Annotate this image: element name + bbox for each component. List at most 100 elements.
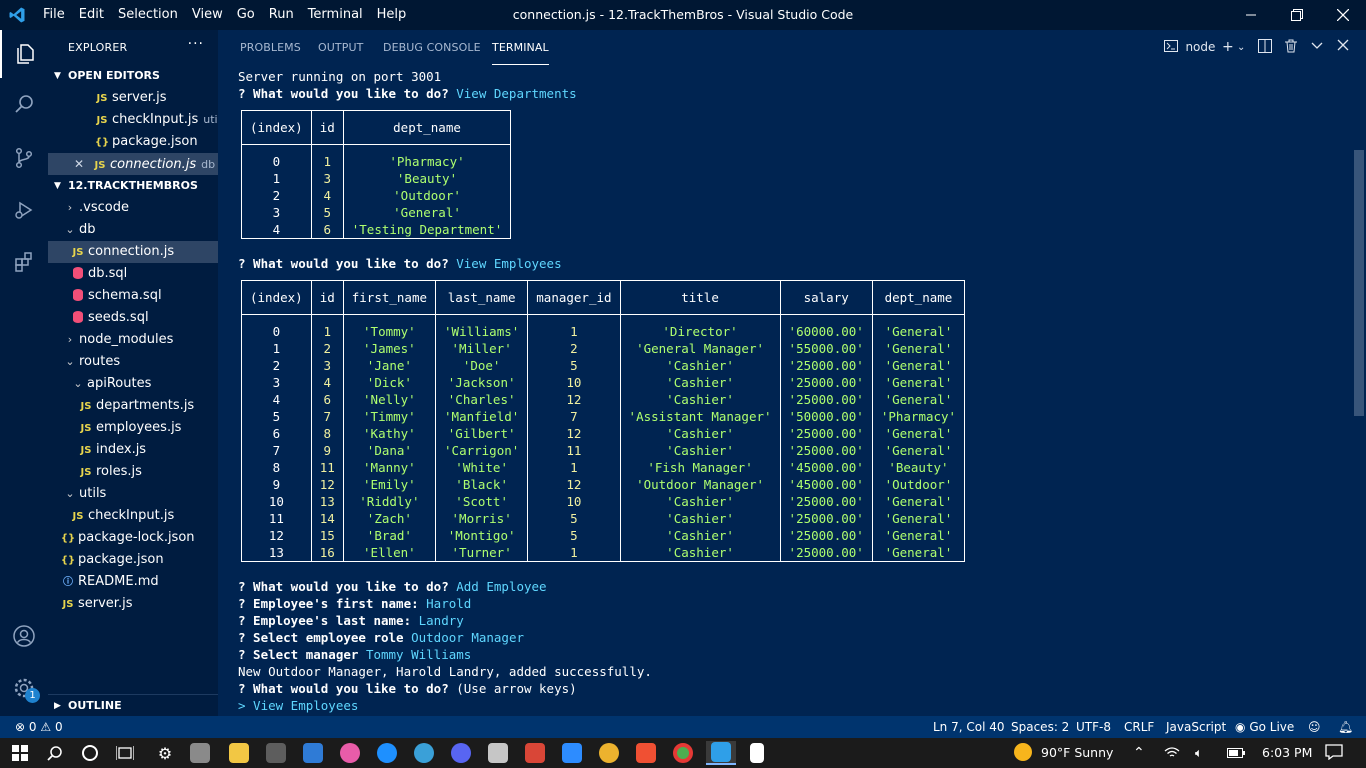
chevron-up-icon[interactable]: ⌃: [1133, 738, 1145, 768]
tree-file-db-sql[interactable]: db.sql: [48, 263, 218, 285]
clock[interactable]: 6:03 PM: [1262, 738, 1312, 768]
taskbar-app-1[interactable]: [188, 741, 212, 765]
tab-output[interactable]: OUTPUT: [318, 41, 363, 54]
chrome-app[interactable]: [671, 741, 695, 765]
tree-folder-db[interactable]: ⌄ db: [48, 219, 218, 241]
selected-choice[interactable]: > View Employees: [238, 697, 358, 714]
volume-icon[interactable]: 🔈︎: [1195, 738, 1203, 768]
table-cell: 4: [241, 220, 312, 239]
tree-folder-apiroutes[interactable]: ⌄ apiRoutes: [48, 373, 218, 395]
close-panel-button[interactable]: [1337, 39, 1349, 55]
search-activity[interactable]: [0, 80, 48, 128]
close-editor-icon[interactable]: ✕: [74, 153, 88, 175]
tree-file-package[interactable]: {} package.json: [48, 549, 218, 571]
open-editor-item[interactable]: JS server.js: [48, 87, 218, 109]
open-editor-item[interactable]: {} package.json: [48, 131, 218, 153]
tree-folder-utils[interactable]: ⌄ utils: [48, 483, 218, 505]
start-button[interactable]: [8, 741, 32, 765]
tree-file-readme[interactable]: ⓘ README.md: [48, 571, 218, 593]
go-live-button[interactable]: ◉ Go Live: [1235, 716, 1294, 738]
menu-run[interactable]: Run: [262, 0, 301, 30]
menu-help[interactable]: Help: [370, 0, 414, 30]
action-center-button[interactable]: [1325, 738, 1343, 768]
indentation[interactable]: Spaces: 2: [1011, 716, 1069, 738]
bell-icon[interactable]: 🔔︎: [1338, 716, 1353, 738]
open-editors-section[interactable]: ▼ OPEN EDITORS: [48, 65, 218, 87]
tree-file-server[interactable]: JS server.js: [48, 593, 218, 615]
tree-file-checkinput[interactable]: JS checkInput.js: [48, 505, 218, 527]
accounts-activity[interactable]: [0, 612, 48, 660]
taskbar-search[interactable]: [43, 741, 67, 765]
problems-status[interactable]: ⊗ 0 ⚠ 0: [15, 716, 63, 738]
taskbar-app-5[interactable]: [486, 741, 510, 765]
tree-folder-routes[interactable]: ⌄ routes: [48, 351, 218, 373]
tree-folder-node-modules[interactable]: › node_modules: [48, 329, 218, 351]
git-app[interactable]: [634, 741, 658, 765]
tree-file-index[interactable]: JS index.js: [48, 439, 218, 461]
itunes-app[interactable]: [338, 741, 362, 765]
maximize-panel-button[interactable]: [1311, 39, 1323, 55]
menu-terminal[interactable]: Terminal: [301, 0, 370, 30]
tab-terminal[interactable]: TERMINAL: [492, 41, 549, 65]
cursor-position[interactable]: Ln 7, Col 40: [933, 716, 1005, 738]
vscode-app[interactable]: [706, 741, 736, 765]
discord-app[interactable]: [449, 741, 473, 765]
wifi-icon[interactable]: [1164, 738, 1180, 768]
encoding[interactable]: UTF-8: [1076, 716, 1111, 738]
tree-folder-vscode[interactable]: › .vscode: [48, 197, 218, 219]
tab-debug-console[interactable]: DEBUG CONSOLE: [383, 41, 481, 54]
new-terminal-button[interactable]: +: [1222, 39, 1234, 55]
tree-file-package-lock[interactable]: {} package-lock.json: [48, 527, 218, 549]
close-window-button[interactable]: [1320, 0, 1366, 30]
tree-file-roles[interactable]: JS roles.js: [48, 461, 218, 483]
calculator-app[interactable]: [264, 741, 288, 765]
battery-icon[interactable]: [1227, 738, 1245, 768]
task-view-button[interactable]: [113, 741, 137, 765]
minimize-button[interactable]: [1228, 0, 1274, 30]
terminal-scrollbar[interactable]: [1354, 150, 1364, 416]
zoom-app[interactable]: [560, 741, 584, 765]
tree-file-departments[interactable]: JS departments.js: [48, 395, 218, 417]
menu-selection[interactable]: Selection: [111, 0, 185, 30]
manage-activity[interactable]: 1: [0, 664, 48, 712]
source-control-activity[interactable]: [0, 134, 48, 182]
open-editor-item[interactable]: JS checkInput.js utils: [48, 109, 218, 131]
menu-edit[interactable]: Edit: [72, 0, 111, 30]
language-mode[interactable]: JavaScript: [1166, 716, 1226, 738]
tab-problems[interactable]: PROBLEMS: [240, 41, 301, 54]
project-section[interactable]: ▼ 12.TRACKTHEMBROS: [48, 175, 218, 197]
table-cell: 'Tommy': [342, 314, 437, 340]
taskbar-app-2[interactable]: [301, 741, 325, 765]
extensions-activity[interactable]: [0, 238, 48, 286]
tree-file-employees[interactable]: JS employees.js: [48, 417, 218, 439]
menu-go[interactable]: Go: [230, 0, 262, 30]
close-icon: [1337, 39, 1349, 51]
open-editor-item-active[interactable]: ✕ JS connection.js db: [48, 153, 218, 175]
settings-app[interactable]: ⚙: [153, 741, 177, 765]
taskbar-app-4[interactable]: [412, 741, 436, 765]
menu-file[interactable]: File: [36, 0, 72, 30]
terminal-output[interactable]: Server running on port 3001 ? What would…: [238, 68, 1348, 716]
line-endings[interactable]: CRLF: [1124, 716, 1154, 738]
tree-file-seeds-sql[interactable]: seeds.sql: [48, 307, 218, 329]
kill-terminal-button[interactable]: [1284, 39, 1298, 57]
outline-section[interactable]: ▶ OUTLINE: [48, 694, 218, 716]
weather-widget[interactable]: 90°F Sunny: [1014, 738, 1113, 768]
notepad-app[interactable]: [745, 741, 769, 765]
terminal-dropdown-button[interactable]: ⌄: [1237, 42, 1245, 53]
tree-file-schema-sql[interactable]: schema.sql: [48, 285, 218, 307]
taskbar-app-6[interactable]: [523, 741, 547, 765]
feedback-icon[interactable]: ☺: [1308, 716, 1321, 738]
cortana-button[interactable]: [78, 741, 102, 765]
split-terminal-button[interactable]: [1258, 39, 1272, 57]
explorer-activity[interactable]: [0, 30, 48, 78]
tree-file-connection[interactable]: JS connection.js: [48, 241, 218, 263]
restore-button[interactable]: [1274, 0, 1320, 30]
terminal-selector[interactable]: node: [1164, 39, 1215, 55]
menu-view[interactable]: View: [185, 0, 230, 30]
run-debug-activity[interactable]: [0, 186, 48, 234]
slack-app[interactable]: [597, 741, 621, 765]
file-explorer-app[interactable]: [227, 741, 251, 765]
taskbar-app-3[interactable]: [375, 741, 399, 765]
more-actions-button[interactable]: ···: [188, 36, 204, 52]
